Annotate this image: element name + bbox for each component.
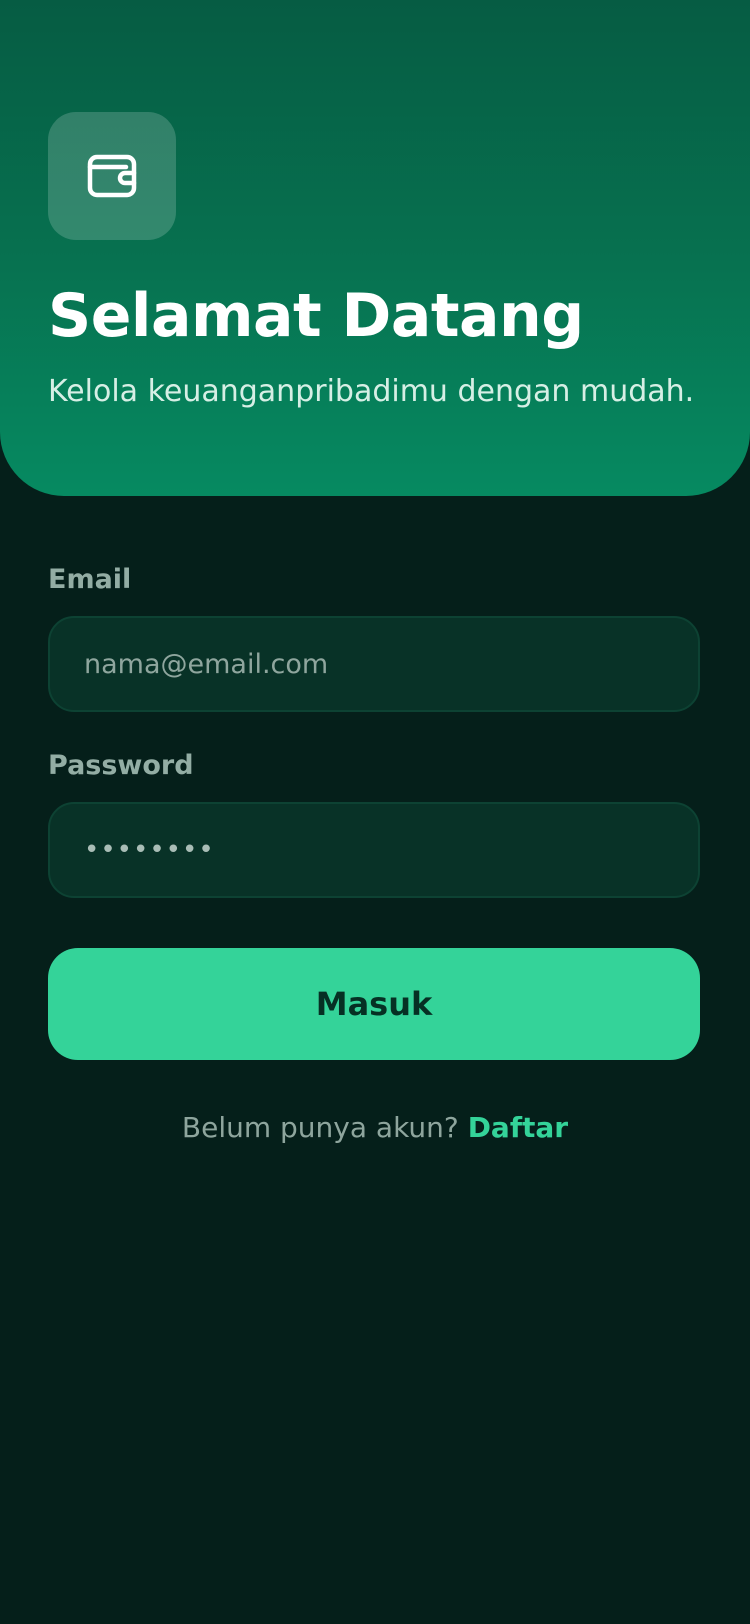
login-screen: Selamat Datang Kelola keuanganpribadimu … bbox=[0, 0, 750, 1624]
signup-prompt-text: Belum punya akun? bbox=[181, 1111, 468, 1144]
login-button[interactable]: Masuk bbox=[48, 948, 700, 1060]
email-label: Email bbox=[48, 564, 132, 595]
signup-prompt: Belum punya akun? Daftar bbox=[0, 1108, 750, 1148]
signup-link[interactable]: Daftar bbox=[468, 1111, 568, 1144]
app-logo bbox=[48, 112, 176, 240]
page-title: Selamat Datang bbox=[48, 281, 584, 351]
wallet-icon bbox=[87, 154, 137, 198]
email-input[interactable] bbox=[84, 648, 664, 680]
page-subtitle: Kelola keuanganpribadimu dengan mudah. bbox=[48, 374, 695, 409]
password-input[interactable]: •••••••• bbox=[84, 835, 215, 865]
welcome-header: Selamat Datang Kelola keuanganpribadimu … bbox=[0, 0, 750, 496]
password-label: Password bbox=[48, 750, 194, 781]
password-field[interactable]: •••••••• bbox=[48, 802, 700, 898]
email-field[interactable] bbox=[48, 616, 700, 712]
